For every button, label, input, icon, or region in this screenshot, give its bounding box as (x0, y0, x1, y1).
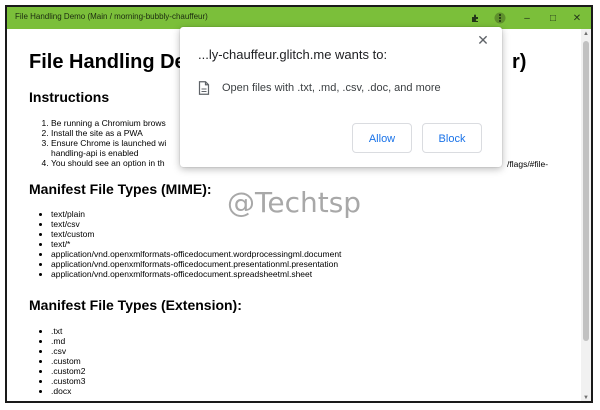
extension-types-list: .txt .md .csv .custom .custom2 .custom3 … (51, 326, 86, 396)
file-handling-permission-dialog: ...ly-chauffeur.glitch.me wants to: ✕ Op… (180, 27, 502, 167)
dialog-title: ...ly-chauffeur.glitch.me wants to: (198, 47, 388, 62)
list-item: .custom3 (51, 376, 86, 386)
permission-message: Open files with .txt, .md, .csv, .doc, a… (222, 82, 441, 94)
list-item: text/* (51, 239, 341, 249)
watermark: @Techtsp (227, 186, 362, 219)
list-item: .custom (51, 356, 86, 366)
list-item: .docx (51, 386, 86, 396)
list-item: .txt (51, 326, 86, 336)
page-title: File Handling Dem (29, 51, 204, 73)
list-item: .csv (51, 346, 86, 356)
list-item-text: Ensure Chrome is launched wi (51, 138, 167, 148)
scrollbar-thumb[interactable] (583, 41, 589, 341)
puzzle-icon[interactable] (469, 7, 483, 29)
list-item: application/vnd.openxmlformats-officedoc… (51, 269, 341, 279)
file-icon (198, 81, 210, 95)
close-window-button[interactable]: ✕ (569, 7, 585, 29)
scroll-down-arrow-icon[interactable]: ▼ (581, 393, 591, 401)
list-item: .md (51, 336, 86, 346)
close-icon[interactable]: ✕ (476, 33, 490, 47)
block-button[interactable]: Block (422, 123, 482, 153)
list-item: text/csv (51, 219, 341, 229)
extension-types-heading: Manifest File Types (Extension): (29, 297, 242, 313)
kebab-menu-icon[interactable] (493, 7, 507, 29)
window-title: File Handling Demo (Main / morning-bubbl… (15, 12, 208, 21)
list-item: .custom2 (51, 366, 86, 376)
mime-types-list: text/plain text/csv text/custom text/* a… (51, 209, 341, 279)
maximize-button[interactable]: □ (545, 7, 561, 29)
minimize-button[interactable]: – (519, 7, 535, 29)
title-bar[interactable]: File Handling Demo (Main / morning-bubbl… (7, 7, 591, 29)
allow-button[interactable]: Allow (352, 123, 412, 153)
scroll-up-arrow-icon[interactable]: ▲ (581, 29, 591, 39)
vertical-scrollbar[interactable]: ▲ ▼ (581, 29, 591, 401)
page-title-tail: r) (512, 51, 527, 73)
list-item: text/custom (51, 229, 341, 239)
instructions-heading: Instructions (29, 89, 110, 105)
instructions-flag-tail: /flags/#file- (507, 159, 549, 169)
mime-types-heading: Manifest File Types (MIME): (29, 181, 212, 197)
list-item-continuation: handling-api is enabled (51, 148, 139, 158)
list-item: application/vnd.openxmlformats-officedoc… (51, 249, 341, 259)
list-item: application/vnd.openxmlformats-officedoc… (51, 259, 341, 269)
